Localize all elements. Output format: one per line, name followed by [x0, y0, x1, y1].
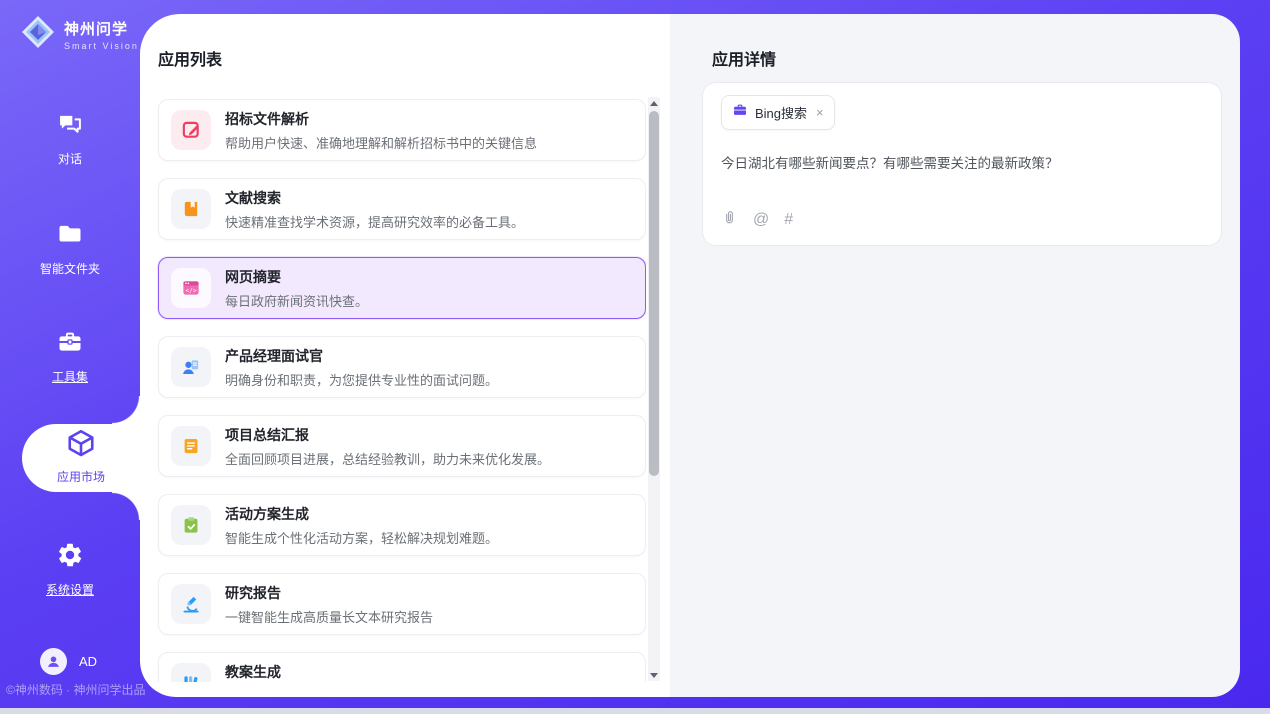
scrollbar[interactable]	[648, 97, 660, 681]
user-name: AD	[79, 654, 97, 669]
sidebar-item-chat[interactable]: 对话	[0, 110, 140, 167]
app-title: 招标文件解析	[225, 109, 537, 129]
sidebar-item-settings[interactable]: 系统设置	[0, 541, 140, 598]
scroll-down-icon[interactable]	[648, 669, 660, 681]
app-title: 活动方案生成	[225, 504, 498, 524]
paperclip-icon[interactable]	[721, 209, 738, 231]
sidebar-item-toolset[interactable]: 工具集	[0, 328, 140, 385]
chat-icon	[56, 110, 84, 143]
sidebar-item-label: 智能文件夹	[40, 260, 100, 277]
app-desc: 快速精准查找学术资源，提高研究效率的必备工具。	[225, 212, 524, 231]
app-list-title: 应用列表	[158, 46, 222, 70]
report-icon	[171, 426, 211, 466]
book-icon	[171, 189, 211, 229]
attachment-toolbar: @ #	[721, 209, 1203, 231]
tool-chip-label: Bing搜索	[755, 103, 807, 122]
user-account[interactable]: AD	[40, 648, 97, 675]
avatar	[40, 648, 67, 675]
app-title: 文献搜索	[225, 188, 524, 208]
brand-subtitle: Smart Vision	[64, 41, 139, 51]
books-icon	[171, 663, 211, 682]
scroll-up-icon[interactable]	[648, 97, 660, 109]
app-title: 研究报告	[225, 583, 433, 603]
briefcase-icon	[732, 102, 748, 123]
app-desc: 明确身份和职责，为您提供专业性的面试问题。	[225, 370, 498, 389]
app-title: 项目总结汇报	[225, 425, 550, 445]
cube-icon	[66, 428, 96, 463]
app-title: 教案生成	[225, 662, 485, 682]
app-desc: 一键智能生成高质量长文本研究报告	[225, 607, 433, 626]
diamond-logo-icon	[20, 14, 56, 55]
list-item-web-summary[interactable]: </> 网页摘要 每日政府新闻资讯快查。	[158, 257, 646, 319]
copyright-text: ©神州数码 · 神州问学出品	[6, 681, 146, 698]
list-item-lesson-plan[interactable]: 教案生成 模板驱动，教案秒成，教学准备从此轻松快捷	[158, 652, 646, 682]
app-title: 产品经理面试官	[225, 346, 498, 366]
sidebar: 神州问学 Smart Vision 对话 智能文件夹	[0, 0, 140, 714]
app-list-viewport: 招标文件解析 帮助用户快速、准确地理解和解析招标书中的关键信息 文献搜索	[140, 97, 646, 682]
app-detail-panel: 应用详情 Bing搜索 × 今日湖北有哪些新闻要点？有哪些需要关注的最新政策？	[670, 14, 1240, 697]
sidebar-item-label: 系统设置	[46, 581, 94, 598]
list-item-event-plan[interactable]: 活动方案生成 智能生成个性化活动方案，轻松解决规划难题。	[158, 494, 646, 556]
hash-icon[interactable]: #	[784, 212, 793, 228]
clipboard-check-icon	[171, 505, 211, 545]
bottom-strip	[0, 708, 1270, 714]
app-desc: 每日政府新闻资讯快查。	[225, 291, 368, 310]
app-desc: 帮助用户快速、准确地理解和解析招标书中的关键信息	[225, 133, 537, 152]
app-list-panel: 应用列表 招标文件解析 帮助用户快速、准确地理解和解析招标书中的关键信息	[140, 14, 670, 697]
brand-name: 神州问学	[64, 18, 139, 39]
app-desc: 智能生成个性化活动方案，轻松解决规划难题。	[225, 528, 498, 547]
sidebar-item-smart-folder[interactable]: 智能文件夹	[0, 220, 140, 277]
toolbox-icon	[56, 328, 84, 361]
scrollbar-thumb[interactable]	[649, 111, 659, 476]
tool-chip-bing-search[interactable]: Bing搜索 ×	[721, 95, 835, 130]
brand-logo: 神州问学 Smart Vision	[20, 14, 139, 55]
sidebar-item-label: 对话	[58, 150, 82, 167]
sidebar-item-label: 工具集	[52, 368, 88, 385]
app-window: 神州问学 Smart Vision 对话 智能文件夹	[0, 0, 1270, 714]
webpage-icon: </>	[171, 268, 211, 308]
app-detail-title: 应用详情	[712, 46, 776, 70]
list-item-project-summary[interactable]: 项目总结汇报 全面回顾项目进展，总结经验教训，助力未来优化发展。	[158, 415, 646, 477]
app-desc: 全面回顾项目进展，总结经验教训，助力未来优化发展。	[225, 449, 550, 468]
sidebar-item-label: 应用市场	[57, 468, 105, 485]
doc-edit-icon	[171, 110, 211, 150]
sidebar-item-app-market[interactable]: 应用市场	[22, 428, 140, 485]
svg-text:</>: </>	[185, 287, 196, 294]
query-input[interactable]: 今日湖北有哪些新闻要点？有哪些需要关注的最新政策？	[721, 154, 1203, 174]
list-item-bid-analysis[interactable]: 招标文件解析 帮助用户快速、准确地理解和解析招标书中的关键信息	[158, 99, 646, 161]
gear-icon	[56, 541, 84, 574]
list-item-literature-search[interactable]: 文献搜索 快速精准查找学术资源，提高研究效率的必备工具。	[158, 178, 646, 240]
mention-icon[interactable]: @	[753, 212, 769, 228]
microscope-icon	[171, 584, 211, 624]
app-list: 招标文件解析 帮助用户快速、准确地理解和解析招标书中的关键信息 文献搜索	[140, 97, 646, 682]
app-title: 网页摘要	[225, 267, 368, 287]
folder-icon	[56, 220, 84, 253]
query-card[interactable]: Bing搜索 × 今日湖北有哪些新闻要点？有哪些需要关注的最新政策？ @ #	[702, 82, 1222, 246]
list-item-research-report[interactable]: 研究报告 一键智能生成高质量长文本研究报告	[158, 573, 646, 635]
interviewer-icon	[171, 347, 211, 387]
close-icon[interactable]: ×	[816, 106, 824, 119]
list-item-pm-interviewer[interactable]: 产品经理面试官 明确身份和职责，为您提供专业性的面试问题。	[158, 336, 646, 398]
